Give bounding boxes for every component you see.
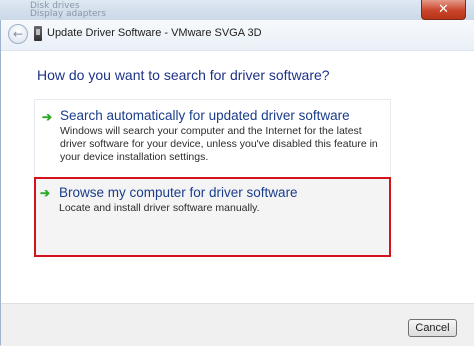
background-faint-list: Disk drives Display adapters	[30, 2, 106, 19]
search-automatically-option[interactable]: ➔ Search automatically for updated drive…	[34, 99, 391, 179]
option-description: Locate and install driver software manua…	[59, 202, 260, 214]
page-heading: How do you want to search for driver sof…	[37, 67, 330, 83]
dialog-footer: Cancel	[1, 303, 474, 346]
option-title: Browse my computer for driver software	[59, 185, 298, 200]
back-arrow-icon: ←	[12, 27, 24, 41]
dialog-titlebar: ← Update Driver Software - VMware SVGA 3…	[1, 20, 474, 51]
browse-computer-option[interactable]: ➔ Browse my computer for driver software…	[34, 177, 391, 257]
dialog-title: Update Driver Software - VMware SVGA 3D	[47, 27, 262, 39]
option-description: Windows will search your computer and th…	[60, 125, 378, 163]
green-arrow-icon: ➔	[42, 110, 53, 124]
green-arrow-icon: ➔	[40, 186, 51, 200]
back-button[interactable]: ←	[8, 24, 28, 44]
background-window: Disk drives Display adapters	[0, 0, 474, 22]
cancel-button[interactable]: Cancel	[408, 319, 457, 337]
update-driver-dialog: ← Update Driver Software - VMware SVGA 3…	[0, 20, 474, 346]
close-button[interactable]: ✕	[421, 0, 466, 20]
option-title: Search automatically for updated driver …	[60, 108, 350, 123]
background-faint-item: Display adapters	[30, 9, 106, 19]
device-icon	[34, 26, 42, 41]
